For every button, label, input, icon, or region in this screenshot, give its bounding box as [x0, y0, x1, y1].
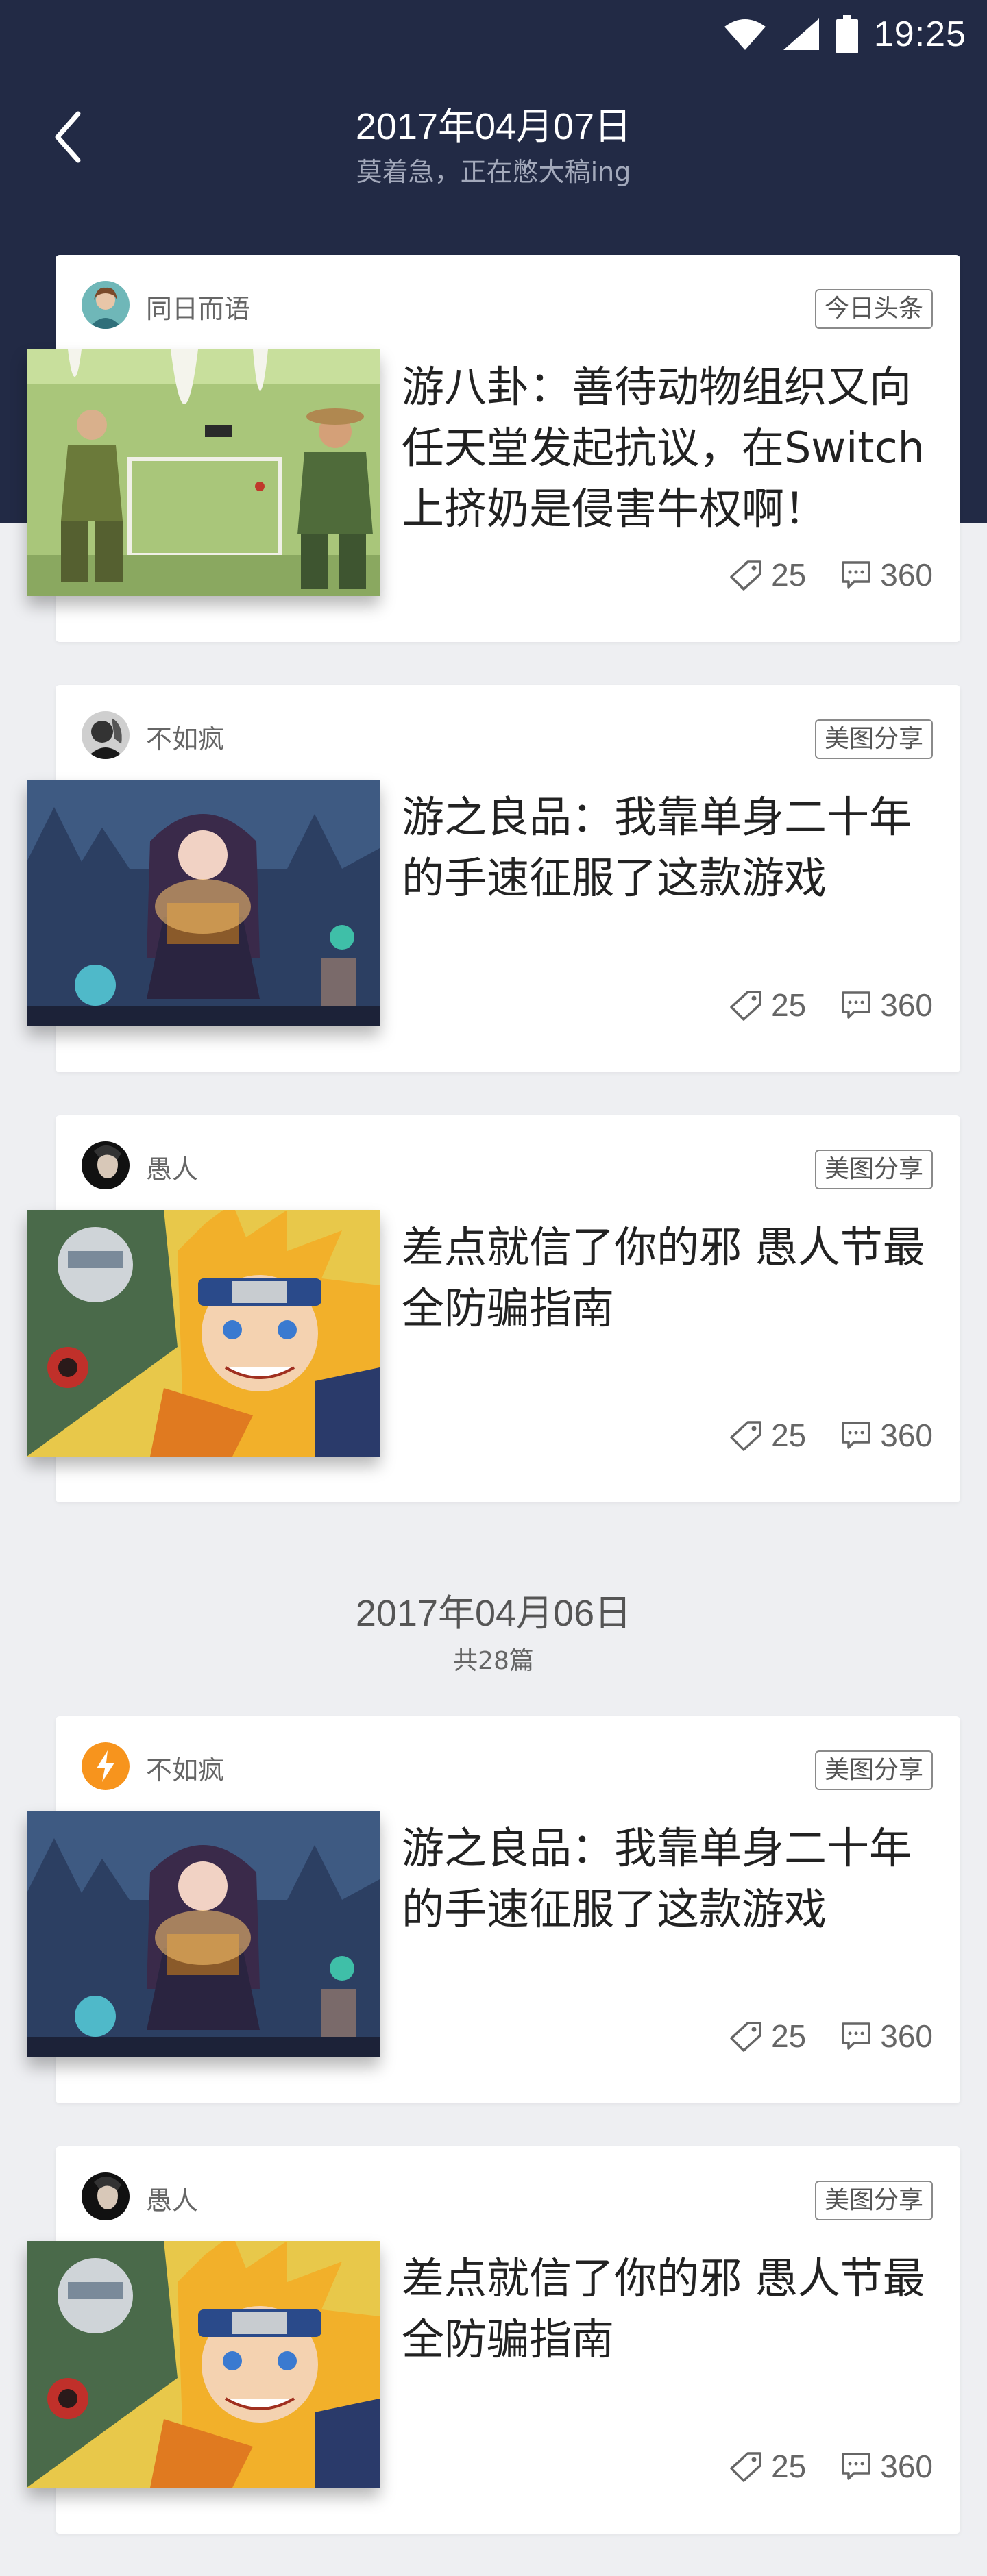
section-count: 共28篇	[453, 1647, 534, 1675]
article-card[interactable]: 不如疯 美图分享 游之良品：我靠单身二十年的手速征服了这款游戏 25 360	[27, 1716, 960, 2103]
like-count-value: 25	[771, 2449, 807, 2484]
avatar[interactable]	[82, 2172, 130, 2220]
author-name[interactable]: 愚人	[146, 2179, 198, 2217]
thumbnail-image[interactable]	[27, 1210, 380, 1457]
avatar[interactable]	[82, 1141, 130, 1189]
comment-icon	[842, 561, 870, 589]
category-tag[interactable]: 今日头条	[814, 289, 933, 329]
like-count[interactable]: 25	[729, 556, 806, 593]
article-title[interactable]: 差点就信了你的邪 愚人节最全防骗指南	[402, 1217, 943, 1339]
like-count[interactable]: 25	[729, 2448, 806, 2485]
author-name[interactable]: 不如疯	[146, 718, 224, 756]
wifi-icon	[724, 19, 766, 50]
tag-icon	[730, 560, 761, 591]
tag-icon	[730, 991, 761, 1021]
page-title: 2017年04月07日	[355, 106, 632, 147]
signal-icon	[783, 18, 819, 50]
avatar[interactable]	[82, 1742, 130, 1790]
article-title[interactable]: 游之良品：我靠单身二十年的手速征服了这款游戏	[402, 787, 943, 908]
category-tag[interactable]: 美图分享	[814, 1750, 933, 1790]
comment-icon	[842, 1422, 870, 1449]
like-count-value: 25	[771, 2018, 807, 2054]
article-stats: 25 360	[694, 987, 933, 1024]
author-name[interactable]: 同日而语	[146, 288, 250, 325]
article-card[interactable]: 不如疯 美图分享 游之良品：我靠单身二十年的手速征服了这款游戏 25 360	[27, 685, 960, 1072]
like-count[interactable]: 25	[729, 987, 806, 1024]
comment-count-value: 360	[880, 2449, 933, 2484]
category-tag[interactable]: 美图分享	[814, 719, 933, 759]
avatar[interactable]	[82, 711, 130, 759]
category-tag[interactable]: 美图分享	[814, 1150, 933, 1189]
tag-icon	[730, 2022, 761, 2052]
like-count[interactable]: 25	[729, 1417, 806, 1454]
comment-count-value: 360	[880, 987, 933, 1023]
thumbnail-image[interactable]	[27, 780, 380, 1026]
like-count-value: 25	[771, 1417, 807, 1453]
article-title[interactable]: 游之良品：我靠单身二十年的手速征服了这款游戏	[402, 1818, 943, 1940]
article-card[interactable]: 愚人 美图分享 差点就信了你的邪 愚人节最全防骗指南 25 360	[27, 1115, 960, 1502]
article-stats: 25 360	[694, 2448, 933, 2485]
comment-icon	[842, 2022, 870, 2050]
status-bar: 19:25	[0, 0, 987, 69]
date-section-header: 2017年04月06日 共28篇	[0, 1583, 987, 1676]
article-card[interactable]: 同日而语 今日头条 游八卦：善待动物组织又向任天堂发起抗议，在Switch上挤奶…	[27, 255, 960, 642]
article-title[interactable]: 差点就信了你的邪 愚人节最全防骗指南	[402, 2248, 943, 2370]
article-stats: 25 360	[694, 556, 933, 593]
author-name[interactable]: 不如疯	[146, 1749, 224, 1787]
category-tag[interactable]: 美图分享	[814, 2181, 933, 2220]
comment-count[interactable]: 360	[840, 1417, 933, 1454]
article-title[interactable]: 游八卦：善待动物组织又向任天堂发起抗议，在Switch上挤奶是侵害牛权啊！	[402, 356, 943, 539]
article-stats: 25 360	[694, 2018, 933, 2055]
thumbnail-image[interactable]	[27, 349, 380, 596]
comment-count[interactable]: 360	[840, 987, 933, 1024]
comment-count[interactable]: 360	[840, 2448, 933, 2485]
clock: 19:25	[873, 14, 966, 54]
tag-icon	[730, 2452, 761, 2482]
avatar[interactable]	[82, 281, 130, 329]
comment-icon	[842, 991, 870, 1019]
like-count[interactable]: 25	[729, 2018, 806, 2055]
section-date: 2017年04月06日	[355, 1593, 632, 1634]
like-count-value: 25	[771, 557, 807, 593]
comment-count-value: 360	[880, 2018, 933, 2054]
page-subtitle: 莫着急，正在憋大稿ing	[356, 157, 631, 187]
tag-icon	[730, 1421, 761, 1451]
article-card[interactable]: 愚人 美图分享 差点就信了你的邪 愚人节最全防骗指南 25 360	[27, 2146, 960, 2534]
like-count-value: 25	[771, 987, 807, 1023]
thumbnail-image[interactable]	[27, 1811, 380, 2057]
comment-count[interactable]: 360	[840, 2018, 933, 2055]
comment-count-value: 360	[880, 557, 933, 593]
article-stats: 25 360	[694, 1417, 933, 1454]
comment-icon	[842, 2453, 870, 2480]
comment-count[interactable]: 360	[840, 556, 933, 593]
comment-count-value: 360	[880, 1417, 933, 1453]
author-name[interactable]: 愚人	[146, 1148, 198, 1186]
thumbnail-image[interactable]	[27, 2241, 380, 2488]
battery-icon	[836, 15, 858, 53]
